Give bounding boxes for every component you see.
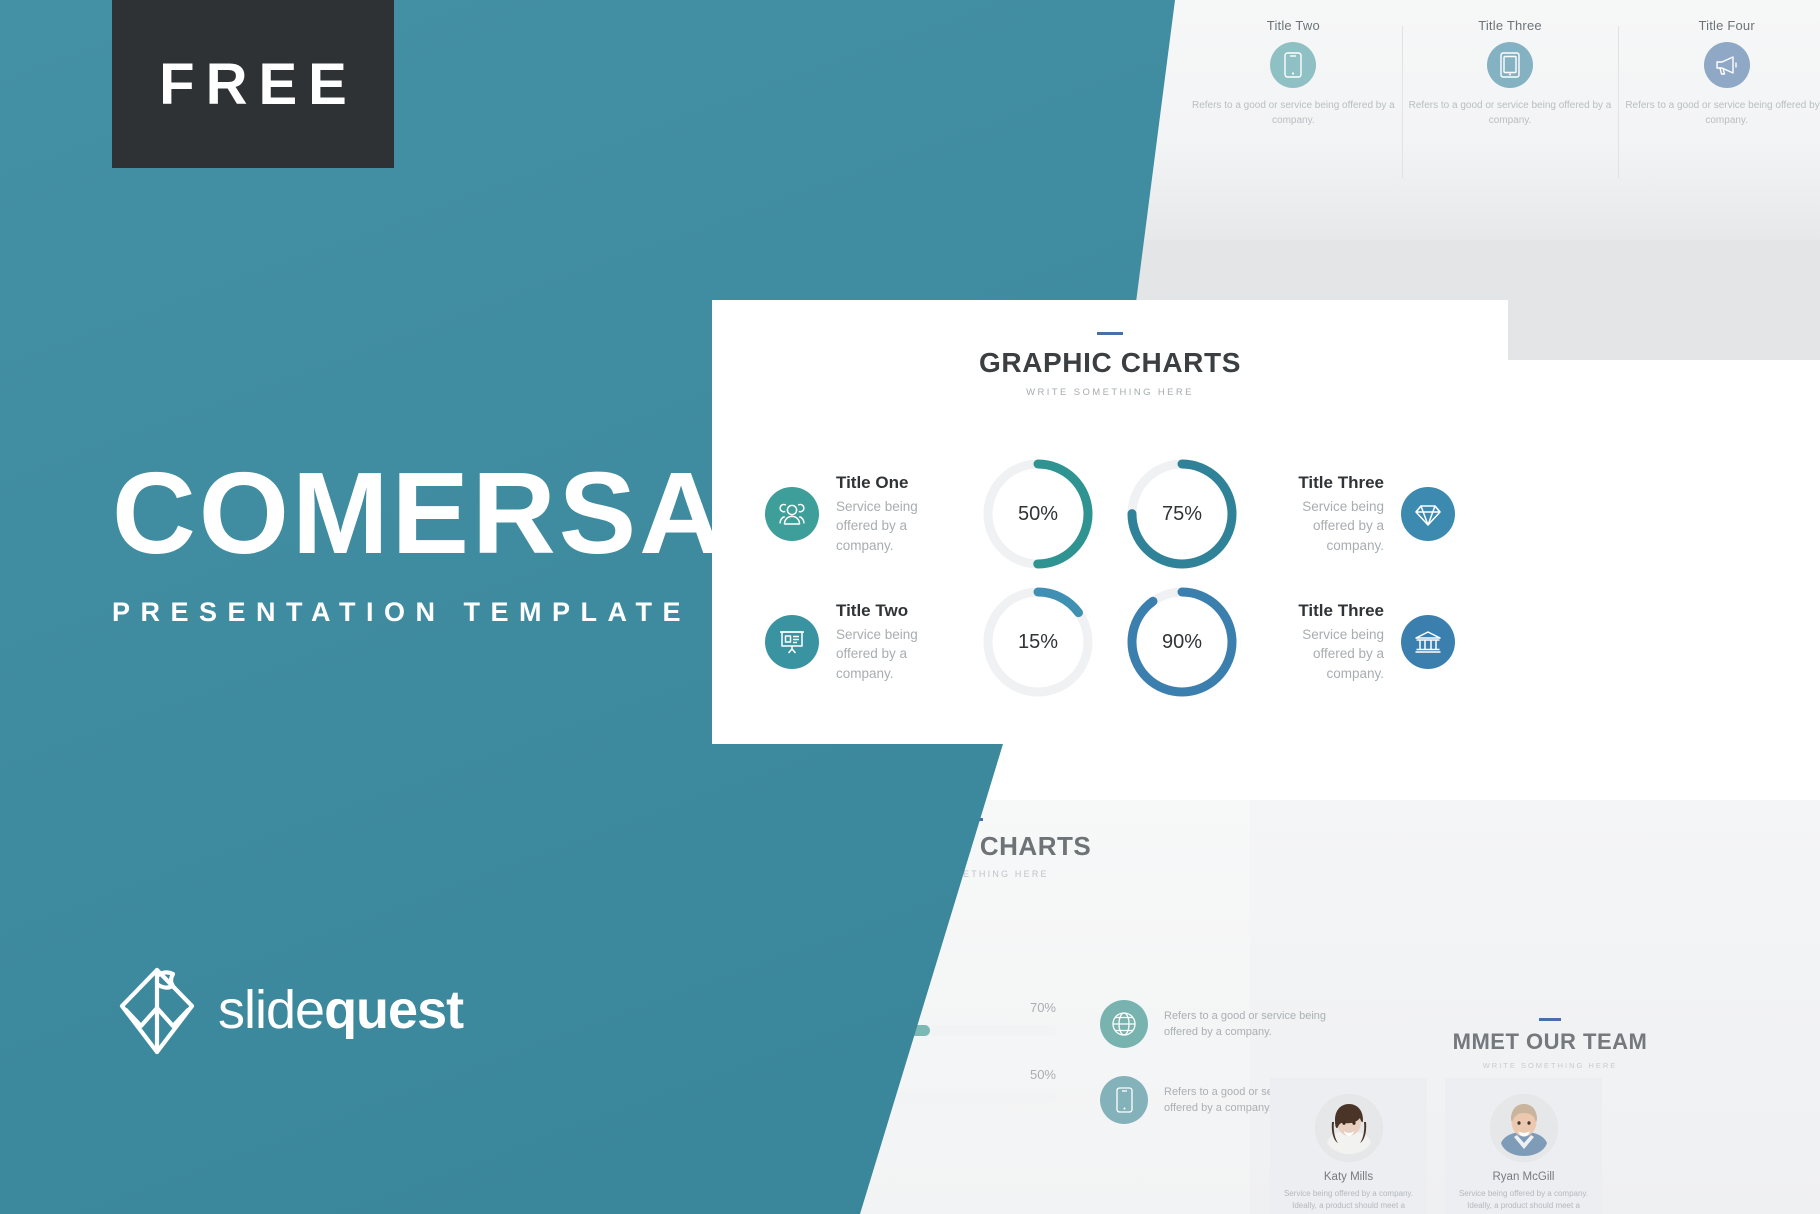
donut-chart: 50%	[979, 455, 1097, 573]
team-subtitle: WRITE SOMETHING HERE	[1482, 1061, 1618, 1070]
left-feature: Title One Service being offered by a com…	[712, 473, 962, 554]
users-icon	[765, 487, 819, 541]
donut-pair: 50% 75%	[962, 455, 1258, 573]
presentation-screen-icon	[765, 615, 819, 669]
feature-desc: Service being offered by a company.	[836, 499, 918, 553]
feature-text: Title Two Service being offered by a com…	[836, 601, 962, 682]
main-slide-header: GRAPHIC CHARTS WRITE SOMETHING HERE	[712, 300, 1508, 398]
poster-canvas: Title Two Refers to a good or service be…	[0, 0, 1820, 1214]
team-member-desc: Service being offered by a company. Idea…	[1283, 1189, 1414, 1214]
donut-value: 90%	[1161, 630, 1203, 653]
feature-title: Title Two	[1266, 18, 1320, 33]
donut-chart: 75%	[1123, 455, 1241, 573]
team-card-list: Katy Mills Service being offered by a co…	[1270, 1078, 1602, 1214]
top-right-feature-columns: Title Two Refers to a good or service be…	[1185, 18, 1820, 178]
chart-row: Title One Service being offered by a com…	[712, 450, 1508, 578]
feature-title: Title Three	[1478, 18, 1542, 33]
feature-text: Title Three Service being offered by a c…	[1258, 473, 1384, 554]
slidequest-wordmark: slidequest	[218, 979, 464, 1041]
tablet-icon	[1487, 42, 1533, 88]
main-slide-card: GRAPHIC CHARTS WRITE SOMETHING HERE Titl…	[712, 300, 1508, 744]
donut-value: 75%	[1161, 502, 1203, 525]
feature-column: Title Four Refers to a good or service b…	[1618, 18, 1820, 178]
right-feature: Title Three Service being offered by a c…	[1258, 473, 1508, 554]
feature-desc: Service being offered by a company.	[836, 627, 918, 681]
main-slide-subtitle: WRITE SOMETHING HERE	[1026, 387, 1194, 398]
slidequest-logo: slidequest	[114, 962, 464, 1058]
feature-column: Title Two Refers to a good or service be…	[1185, 18, 1402, 178]
donut-value: 15%	[1017, 630, 1059, 653]
progress-bar-value: 50%	[1029, 1067, 1056, 1082]
mountain-flag-logo-icon	[114, 962, 200, 1058]
team-title: MMET OUR TEAM	[1452, 1029, 1648, 1054]
avatar	[1489, 1094, 1558, 1162]
team-member-name: Ryan McGill	[1492, 1171, 1555, 1183]
globe-icon	[1100, 1000, 1148, 1048]
main-slide-title: GRAPHIC CHARTS	[979, 347, 1241, 378]
feature-desc: Service being offered by a company.	[1302, 627, 1384, 681]
feature-desc: Refers to a good or service being offere…	[1408, 100, 1612, 126]
logo-text-bold: quest	[324, 980, 464, 1040]
bank-building-icon	[1401, 615, 1455, 669]
feature-desc: Service being offered by a company.	[1302, 499, 1384, 553]
feature-text: Title One Service being offered by a com…	[836, 473, 962, 554]
team-member-desc: Service being offered by a company. Idea…	[1458, 1189, 1589, 1214]
feature-title: Title Four	[1698, 18, 1755, 33]
chart-row: Title Two Service being offered by a com…	[712, 578, 1508, 706]
smartphone-icon	[1100, 1076, 1148, 1124]
progress-bar-value: 70%	[1029, 1000, 1056, 1015]
donut-value: 50%	[1017, 502, 1059, 525]
donut-pair: 15% 90%	[962, 583, 1258, 701]
team-card: Ryan McGill Service being offered by a c…	[1445, 1078, 1602, 1214]
feature-title: Title One	[836, 473, 909, 493]
megaphone-icon	[1703, 42, 1750, 88]
avatar	[1314, 1094, 1383, 1162]
free-badge: FREE	[112, 0, 394, 168]
left-feature: Title Two Service being offered by a com…	[712, 601, 962, 682]
team-member-name: Katy Mills	[1323, 1171, 1374, 1183]
feature-column: Title Three Refers to a good or service …	[1401, 18, 1619, 178]
feature-title: Title Three	[1298, 601, 1384, 621]
diamond-icon	[1401, 487, 1455, 541]
accent-rule	[1097, 332, 1123, 335]
right-feature: Title Three Service being offered by a c…	[1258, 601, 1508, 682]
donut-chart: 90%	[1123, 583, 1241, 701]
chart-grid: Title One Service being offered by a com…	[712, 450, 1508, 706]
feature-desc: Refers to a good or service being offere…	[1625, 100, 1820, 126]
feature-title: Title Three	[1298, 473, 1384, 493]
accent-rule	[1539, 1018, 1561, 1021]
donut-chart: 15%	[979, 583, 1097, 701]
feature-desc: Refers to a good or service being offere…	[1191, 100, 1395, 126]
team-card: Katy Mills Service being offered by a co…	[1270, 1078, 1427, 1214]
feature-text: Title Three Service being offered by a c…	[1258, 601, 1384, 682]
logo-text-light: slide	[218, 980, 325, 1040]
free-badge-label: FREE	[159, 51, 358, 117]
feature-title: Title Two	[836, 601, 909, 621]
smartphone-icon	[1270, 42, 1317, 88]
team-header: MMET OUR TEAM WRITE SOMETHING HERE	[1250, 1018, 1820, 1070]
